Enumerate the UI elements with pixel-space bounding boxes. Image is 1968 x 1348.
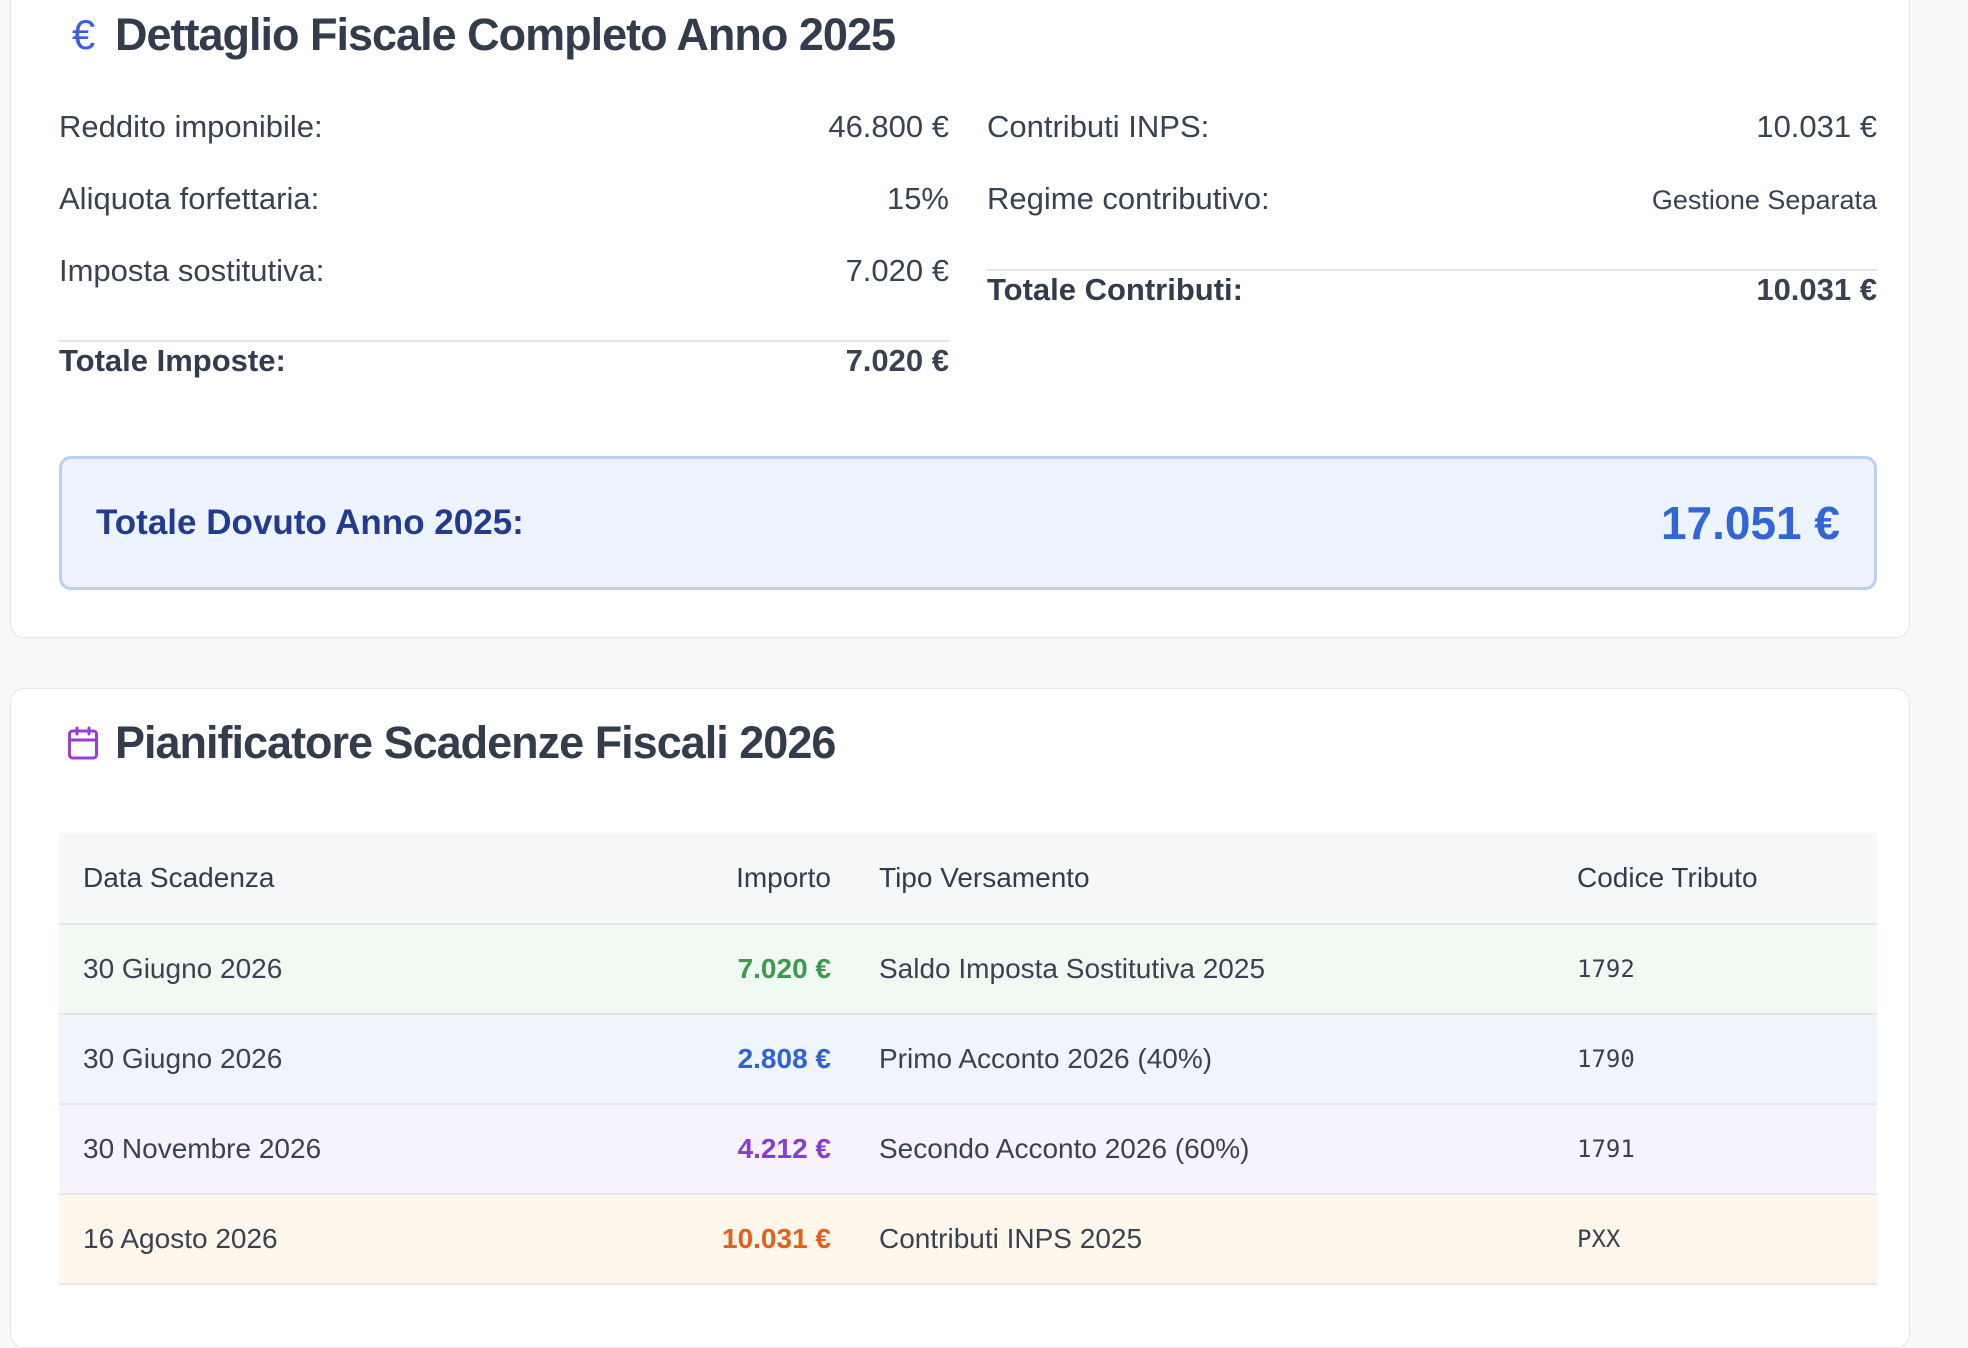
cell-amount: 2.808 € xyxy=(627,1014,855,1105)
fiscal-detail-title: € Dettaglio Fiscale Completo Anno 2025 xyxy=(59,9,896,61)
row-value: Gestione Separata xyxy=(1651,185,1877,215)
cell-code: PXX xyxy=(1553,1194,1877,1285)
euro-icon: € xyxy=(71,11,95,58)
cell-type: Primo Acconto 2026 (40%) xyxy=(855,1014,1553,1105)
row-label: Totale Imposte: xyxy=(59,343,286,378)
row-value: 46.800 € xyxy=(828,109,949,144)
deadlines-table: Data Scadenza Importo Tipo Versamento Co… xyxy=(59,833,1877,1285)
grand-total-label: Totale Dovuto Anno 2025: xyxy=(96,503,524,542)
deadline-planner-card: Pianificatore Scadenze Fiscali 2026 Data… xyxy=(10,688,1910,1348)
column-header-amount: Importo xyxy=(627,833,855,925)
deadline-planner-title-text: Pianificatore Scadenze Fiscali 2026 xyxy=(115,717,836,768)
cell-type: Contributi INPS 2025 xyxy=(855,1194,1553,1285)
cell-code: 1792 xyxy=(1553,924,1877,1015)
row-contribution-regime: Regime contributivo: Gestione Separata xyxy=(987,181,1877,217)
row-label: Totale Contributi: xyxy=(987,272,1243,307)
grand-total-box: Totale Dovuto Anno 2025: 17.051 € xyxy=(59,456,1877,590)
row-label: Aliquota forfettaria: xyxy=(59,181,320,216)
row-value: 15% xyxy=(886,181,949,216)
row-inps-contributions: Contributi INPS: 10.031 € xyxy=(987,109,1877,145)
cell-date: 30 Novembre 2026 xyxy=(59,1104,627,1195)
column-header-code: Codice Tributo xyxy=(1553,833,1877,925)
cell-date: 30 Giugno 2026 xyxy=(59,924,627,1015)
row-flat-rate: Aliquota forfettaria: 15% xyxy=(59,181,949,217)
row-label: Imposta sostitutiva: xyxy=(59,253,325,288)
row-label: Regime contributivo: xyxy=(987,181,1270,216)
divider xyxy=(987,269,1877,271)
row-label: Contributi INPS: xyxy=(987,109,1210,144)
column-header-date: Data Scadenza xyxy=(59,833,627,925)
row-total-taxes: Totale Imposte: 7.020 € xyxy=(59,343,949,379)
row-taxable-income: Reddito imponibile: 46.800 € xyxy=(59,109,949,145)
cell-amount: 7.020 € xyxy=(627,924,855,1015)
row-value: 10.031 € xyxy=(1756,272,1877,307)
row-label: Reddito imponibile: xyxy=(59,109,323,144)
table-row: 16 Agosto 2026 10.031 € Contributi INPS … xyxy=(59,1194,1877,1285)
row-value: 7.020 € xyxy=(845,343,949,378)
cell-amount: 10.031 € xyxy=(627,1194,855,1285)
deadline-planner-title: Pianificatore Scadenze Fiscali 2026 xyxy=(59,717,836,769)
row-total-contributions: Totale Contributi: 10.031 € xyxy=(987,272,1877,308)
row-substitute-tax: Imposta sostitutiva: 7.020 € xyxy=(59,253,949,289)
table-row: 30 Giugno 2026 2.808 € Primo Acconto 202… xyxy=(59,1014,1877,1105)
cell-type: Saldo Imposta Sostitutiva 2025 xyxy=(855,924,1553,1015)
row-value: 10.031 € xyxy=(1756,109,1877,144)
grand-total-value: 17.051 € xyxy=(1660,497,1840,549)
cell-type: Secondo Acconto 2026 (60%) xyxy=(855,1104,1553,1195)
cell-date: 16 Agosto 2026 xyxy=(59,1194,627,1285)
cell-code: 1791 xyxy=(1553,1104,1877,1195)
column-header-type: Tipo Versamento xyxy=(855,833,1553,925)
cell-amount: 4.212 € xyxy=(627,1104,855,1195)
row-value: 7.020 € xyxy=(845,253,949,288)
divider xyxy=(59,340,949,342)
table-row: 30 Novembre 2026 4.212 € Secondo Acconto… xyxy=(59,1104,1877,1195)
calendar-icon xyxy=(59,725,107,761)
table-row: 30 Giugno 2026 7.020 € Saldo Imposta Sos… xyxy=(59,924,1877,1015)
fiscal-detail-title-text: Dettaglio Fiscale Completo Anno 2025 xyxy=(115,9,896,60)
table-header-row: Data Scadenza Importo Tipo Versamento Co… xyxy=(59,833,1877,925)
cell-code: 1790 xyxy=(1553,1014,1877,1105)
fiscal-detail-card: € Dettaglio Fiscale Completo Anno 2025 R… xyxy=(10,0,1910,638)
cell-date: 30 Giugno 2026 xyxy=(59,1014,627,1105)
